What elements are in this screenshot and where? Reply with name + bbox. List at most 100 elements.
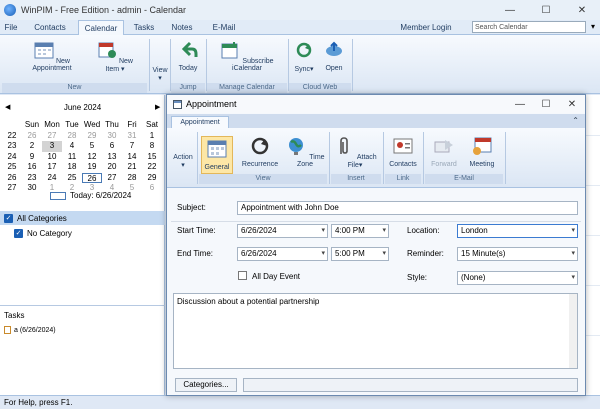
tab-appointment[interactable]: Appointment — [171, 116, 229, 128]
location-combo[interactable]: London ▾ — [457, 224, 578, 238]
calendar-day[interactable]: 30 — [102, 131, 122, 142]
calendar-day[interactable]: 15 — [142, 152, 162, 163]
action-button[interactable]: Action ▾ — [170, 154, 196, 169]
calendar-day[interactable]: 22 — [142, 162, 162, 173]
calendar-day[interactable]: 16 — [22, 162, 42, 173]
calendar-day[interactable]: 10 — [42, 152, 62, 163]
dialog-tabbar: Appointment ⌃ — [167, 114, 585, 128]
open-button[interactable]: Open — [322, 41, 346, 72]
all-categories-row[interactable]: ✓ All Categories — [0, 211, 165, 225]
start-time-picker[interactable]: 4:00 PM ▾ — [331, 224, 389, 238]
calendar-day[interactable]: 27 — [42, 131, 62, 142]
calendar-day[interactable]: 17 — [42, 162, 62, 173]
calendar-day[interactable]: 30 — [22, 183, 42, 194]
category-item[interactable]: ✓ No Category — [14, 229, 72, 238]
new-item-button[interactable]: New Item ▾ — [90, 41, 140, 73]
location-label: Location: — [407, 226, 440, 235]
calendar-day[interactable]: 27 — [102, 173, 122, 184]
tab-file[interactable]: File — [2, 20, 20, 35]
main-ribbon: New Appointment New Item ▾ New View ▾ Tod… — [0, 35, 600, 94]
categories-button[interactable]: Categories... — [175, 378, 237, 392]
calendar-day[interactable]: 11 — [62, 152, 82, 163]
tab-tasks[interactable]: Tasks — [130, 20, 158, 35]
calendar-day[interactable]: 26 — [82, 172, 102, 183]
calendar-day[interactable]: 26 — [22, 131, 42, 142]
tab-calendar[interactable]: Calendar — [78, 20, 124, 35]
new-appointment-button[interactable]: New Appointment — [18, 41, 86, 72]
calendar-day[interactable]: 5 — [82, 141, 102, 152]
style-select[interactable]: (None) ▾ — [457, 271, 578, 285]
member-login-link[interactable]: Member Login — [396, 20, 456, 35]
today-indicator[interactable]: Today: 6/26/2024 — [50, 191, 131, 200]
minimize-icon[interactable]: — — [507, 95, 533, 113]
forward-button[interactable]: Forward — [427, 136, 461, 168]
calendar-day[interactable]: 28 — [62, 131, 82, 142]
calendar-day[interactable]: 7 — [122, 141, 142, 152]
notes-textarea[interactable]: Discussion about a potential partnership — [173, 293, 578, 369]
ribbon-separator — [383, 132, 384, 184]
calendar-day[interactable]: 3 — [42, 141, 62, 152]
calendar-day[interactable]: 14 — [122, 152, 142, 163]
minimize-icon[interactable]: — — [492, 0, 528, 20]
close-icon[interactable]: ✕ — [564, 0, 600, 20]
collapse-ribbon-icon[interactable]: ⌃ — [572, 116, 579, 125]
tab-email[interactable]: E-Mail — [208, 20, 240, 35]
start-date-picker[interactable]: 6/26/2024 ▾ — [237, 224, 328, 238]
calendar-day[interactable]: 28 — [122, 173, 142, 184]
ribbon-separator — [352, 39, 353, 91]
today-button[interactable]: Today — [174, 41, 202, 72]
calendar-day[interactable]: 4 — [62, 141, 82, 152]
notes-scrollbar[interactable] — [569, 294, 577, 368]
search-input[interactable]: Search Calendar — [472, 21, 586, 33]
meeting-button[interactable]: Meeting — [465, 136, 499, 168]
calendar-day[interactable]: 6 — [142, 183, 162, 194]
attach-file-button[interactable]: Attach File▾ — [333, 136, 377, 169]
view-button[interactable]: View ▾ — [151, 67, 169, 82]
calendar-day[interactable]: 24 — [42, 173, 62, 184]
ribbon-separator — [423, 132, 424, 184]
calendar-day[interactable]: 13 — [102, 152, 122, 163]
calendar-day[interactable]: 31 — [122, 131, 142, 142]
contacts-button[interactable]: Contacts — [386, 136, 420, 168]
tab-notes[interactable]: Notes — [168, 20, 196, 35]
end-time-picker[interactable]: 5:00 PM ▾ — [331, 247, 389, 261]
close-icon[interactable]: ✕ — [559, 95, 585, 113]
search-dropdown-icon[interactable]: ▾ — [587, 21, 599, 33]
general-button[interactable]: General — [201, 136, 233, 174]
calendar-day[interactable]: 21 — [122, 162, 142, 173]
calendar-day[interactable]: 19 — [82, 162, 102, 173]
reminder-select[interactable]: 15 Minute(s) ▾ — [457, 247, 578, 261]
all-day-checkbox[interactable] — [238, 271, 247, 280]
subject-input[interactable]: Appointment with John Doe — [237, 201, 578, 215]
subscribe-icalendar-button[interactable]: Subscribe iCalendar — [210, 41, 284, 72]
meeting-calendar-icon — [473, 137, 492, 155]
maximize-icon[interactable]: ☐ — [528, 0, 564, 20]
calendar-day[interactable]: 1 — [142, 131, 162, 142]
maximize-icon[interactable]: ☐ — [533, 95, 559, 113]
next-month-icon[interactable]: ▶ — [155, 103, 160, 111]
task-item[interactable]: a (6/26/2024) — [4, 326, 56, 334]
categories-field[interactable] — [243, 378, 578, 392]
calendar-day[interactable]: 18 — [62, 162, 82, 173]
tab-contacts[interactable]: Contacts — [30, 20, 70, 35]
time-zone-button[interactable]: Time Zone — [285, 136, 325, 168]
calendar-day[interactable]: 12 — [82, 152, 102, 163]
sync-button[interactable]: Sync▾ — [292, 41, 316, 73]
calendar-day[interactable]: 9 — [22, 152, 42, 163]
calendar-day[interactable]: 2 — [22, 141, 42, 152]
checkbox-checked-icon[interactable]: ✓ — [4, 213, 13, 223]
checkbox-checked-icon[interactable]: ✓ — [14, 229, 23, 238]
form-divider — [171, 221, 581, 222]
calendar-day[interactable]: 8 — [142, 141, 162, 152]
end-date-picker[interactable]: 6/26/2024 ▾ — [237, 247, 328, 261]
contacts-label: Contacts — [389, 161, 417, 168]
calendar-day[interactable]: 6 — [102, 141, 122, 152]
calendar-day[interactable]: 20 — [102, 162, 122, 173]
calendar-day[interactable]: 29 — [142, 173, 162, 184]
calendar-day[interactable]: 23 — [22, 173, 42, 184]
week-number-header — [2, 120, 22, 131]
calendar-day[interactable]: 29 — [82, 131, 102, 142]
calendar-day[interactable]: 25 — [62, 173, 82, 184]
group-email-label: E-Mail — [425, 174, 503, 184]
recurrence-button[interactable]: Recurrence — [239, 136, 281, 168]
